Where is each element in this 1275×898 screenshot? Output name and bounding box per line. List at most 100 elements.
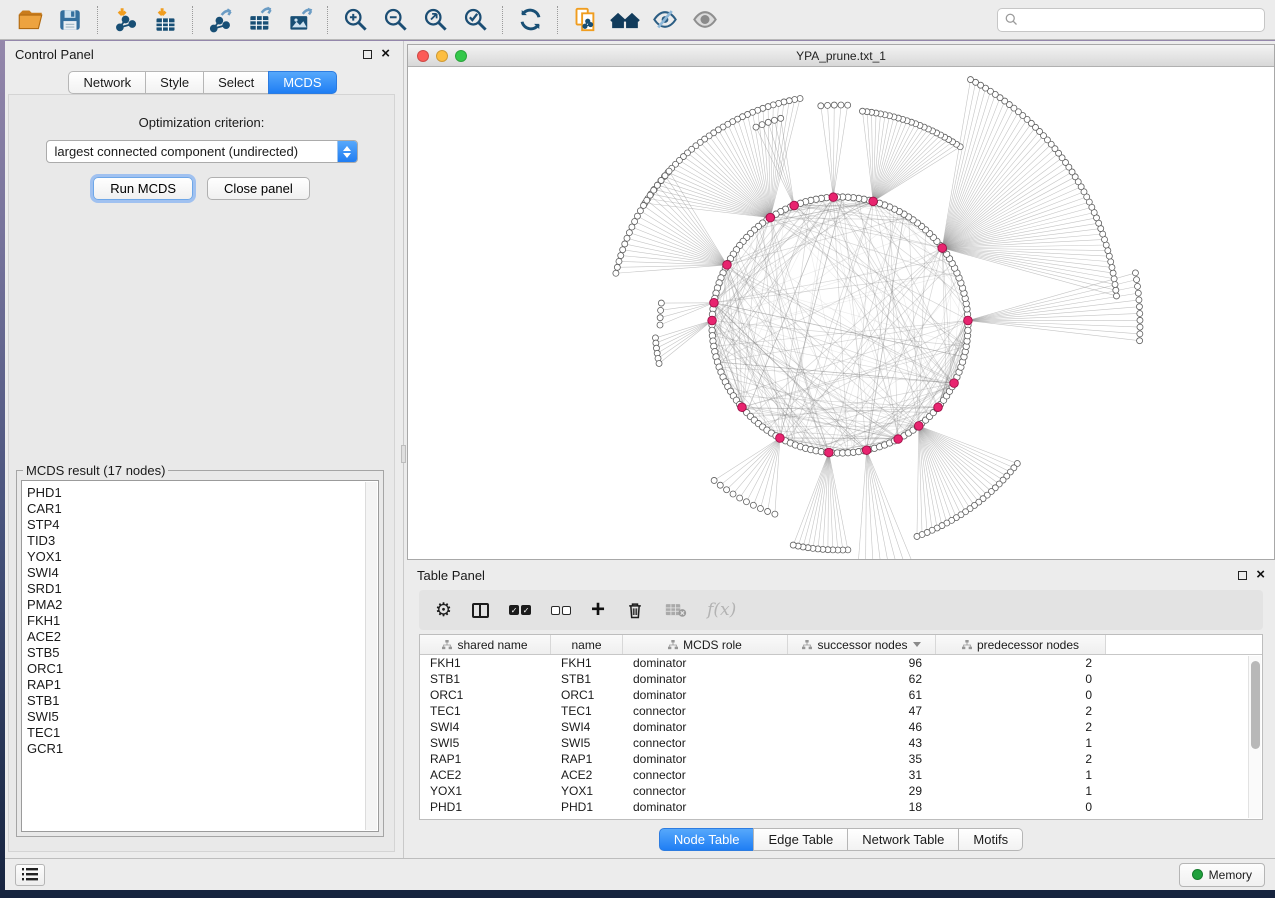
minimize-window-icon[interactable] bbox=[436, 50, 448, 62]
mcds-hub-node[interactable] bbox=[829, 193, 838, 202]
table-row[interactable]: RAP1RAP1dominator352 bbox=[420, 751, 1262, 767]
run-mcds-button[interactable]: Run MCDS bbox=[93, 177, 193, 200]
export-table-button[interactable] bbox=[240, 3, 280, 37]
satellite-node[interactable] bbox=[750, 502, 756, 508]
search-input[interactable] bbox=[997, 8, 1265, 32]
first-neighbors-button[interactable] bbox=[605, 3, 645, 37]
table-scrollbar[interactable] bbox=[1248, 656, 1261, 818]
zoom-in-button[interactable] bbox=[335, 3, 375, 37]
mcds-result-item[interactable]: CAR1 bbox=[27, 501, 378, 517]
mcds-result-item[interactable]: ORC1 bbox=[27, 661, 378, 677]
table-options-gear-icon[interactable]: ⚙ bbox=[435, 599, 452, 622]
satellite-node[interactable] bbox=[1105, 248, 1111, 254]
satellite-node[interactable] bbox=[626, 230, 632, 236]
mcds-hub-node[interactable] bbox=[766, 213, 775, 222]
panel-split-divider[interactable] bbox=[400, 41, 407, 858]
export-image-button[interactable] bbox=[280, 3, 320, 37]
satellite-node[interactable] bbox=[831, 102, 837, 108]
satellite-node[interactable] bbox=[618, 253, 624, 259]
show-all-button[interactable] bbox=[685, 3, 725, 37]
satellite-node[interactable] bbox=[845, 102, 851, 108]
satellite-node[interactable] bbox=[743, 499, 749, 505]
satellite-node[interactable] bbox=[657, 322, 663, 328]
close-panel-icon[interactable]: × bbox=[381, 49, 390, 59]
mcds-result-item[interactable]: GCR1 bbox=[27, 741, 378, 757]
table-row[interactable]: STB1STB1dominator620 bbox=[420, 671, 1262, 687]
satellite-node[interactable] bbox=[1109, 264, 1115, 270]
table-row[interactable]: FKH1FKH1dominator962 bbox=[420, 655, 1262, 671]
satellite-node[interactable] bbox=[658, 307, 664, 313]
mcds-hub-node[interactable] bbox=[934, 403, 943, 412]
select-all-icon[interactable]: ✓ ✓ bbox=[509, 605, 531, 615]
table-row[interactable]: PHD1PHD1dominator180 bbox=[420, 799, 1262, 815]
satellite-node[interactable] bbox=[772, 511, 778, 517]
mcds-hub-node[interactable] bbox=[938, 244, 947, 253]
satellite-node[interactable] bbox=[1134, 277, 1140, 283]
satellite-node[interactable] bbox=[629, 224, 635, 230]
import-table-button[interactable] bbox=[145, 3, 185, 37]
satellite-node[interactable] bbox=[859, 108, 865, 114]
network-graph[interactable] bbox=[408, 67, 1274, 559]
satellite-node[interactable] bbox=[620, 247, 626, 253]
network-canvas[interactable] bbox=[408, 67, 1274, 559]
mcds-hub-node[interactable] bbox=[708, 316, 717, 325]
tab-edge-table[interactable]: Edge Table bbox=[753, 828, 848, 851]
search-field[interactable] bbox=[1019, 13, 1258, 27]
tab-style[interactable]: Style bbox=[145, 71, 204, 94]
export-network-button[interactable] bbox=[200, 3, 240, 37]
zoom-out-button[interactable] bbox=[375, 3, 415, 37]
satellite-node[interactable] bbox=[1111, 276, 1117, 282]
mcds-result-item[interactable]: STB5 bbox=[27, 645, 378, 661]
satellite-node[interactable] bbox=[914, 533, 920, 539]
zoom-window-icon[interactable] bbox=[455, 50, 467, 62]
mcds-result-item[interactable]: SWI5 bbox=[27, 709, 378, 725]
mcds-hub-node[interactable] bbox=[710, 298, 719, 307]
satellite-node[interactable] bbox=[765, 119, 771, 125]
satellite-node[interactable] bbox=[825, 102, 831, 108]
table-row[interactable]: SWI4SWI4dominator462 bbox=[420, 719, 1262, 735]
satellite-node[interactable] bbox=[1137, 317, 1143, 323]
satellite-node[interactable] bbox=[717, 482, 723, 488]
zoom-fit-button[interactable] bbox=[415, 3, 455, 37]
satellite-node[interactable] bbox=[1135, 290, 1141, 296]
satellite-node[interactable] bbox=[656, 360, 662, 366]
mcds-hub-node[interactable] bbox=[894, 435, 903, 444]
satellite-node[interactable] bbox=[658, 300, 664, 306]
mcds-hub-node[interactable] bbox=[862, 446, 871, 455]
mcds-result-item[interactable]: ACE2 bbox=[27, 629, 378, 645]
mcds-hub-node[interactable] bbox=[723, 261, 732, 270]
satellite-node[interactable] bbox=[757, 505, 763, 511]
satellite-node[interactable] bbox=[792, 97, 798, 103]
satellite-node[interactable] bbox=[657, 315, 663, 321]
close-window-icon[interactable] bbox=[417, 50, 429, 62]
satellite-node[interactable] bbox=[634, 213, 640, 219]
delete-column-trash-icon[interactable] bbox=[625, 600, 645, 620]
satellite-node[interactable] bbox=[1132, 270, 1138, 276]
open-file-button[interactable] bbox=[10, 3, 50, 37]
refresh-layout-button[interactable] bbox=[510, 3, 550, 37]
float-table-panel-icon[interactable] bbox=[1238, 571, 1247, 580]
column-header-shared-name[interactable]: shared name bbox=[420, 635, 551, 654]
satellite-node[interactable] bbox=[730, 491, 736, 497]
satellite-node[interactable] bbox=[632, 219, 638, 225]
satellite-node[interactable] bbox=[1137, 310, 1143, 316]
mcds-hub-node[interactable] bbox=[964, 316, 973, 325]
satellite-node[interactable] bbox=[790, 542, 796, 548]
mcds-result-item[interactable]: STP4 bbox=[27, 517, 378, 533]
satellite-node[interactable] bbox=[753, 124, 759, 130]
float-panel-icon[interactable] bbox=[363, 50, 372, 59]
satellite-node[interactable] bbox=[1113, 287, 1119, 293]
tab-select[interactable]: Select bbox=[203, 71, 269, 94]
tab-motifs[interactable]: Motifs bbox=[958, 828, 1023, 851]
column-header-mcds-role[interactable]: MCDS role bbox=[623, 635, 788, 654]
satellite-node[interactable] bbox=[1113, 293, 1119, 299]
mcds-hub-node[interactable] bbox=[776, 434, 785, 443]
column-header-predecessor-nodes[interactable]: predecessor nodes bbox=[936, 635, 1106, 654]
table-row[interactable]: YOX1YOX1connector291 bbox=[420, 783, 1262, 799]
satellite-node[interactable] bbox=[838, 102, 844, 108]
network-window-titlebar[interactable]: YPA_prune.txt_1 bbox=[408, 45, 1274, 67]
satellite-node[interactable] bbox=[771, 117, 777, 123]
mcds-result-item[interactable]: RAP1 bbox=[27, 677, 378, 693]
mcds-hub-node[interactable] bbox=[790, 201, 799, 210]
satellite-node[interactable] bbox=[1106, 253, 1112, 259]
